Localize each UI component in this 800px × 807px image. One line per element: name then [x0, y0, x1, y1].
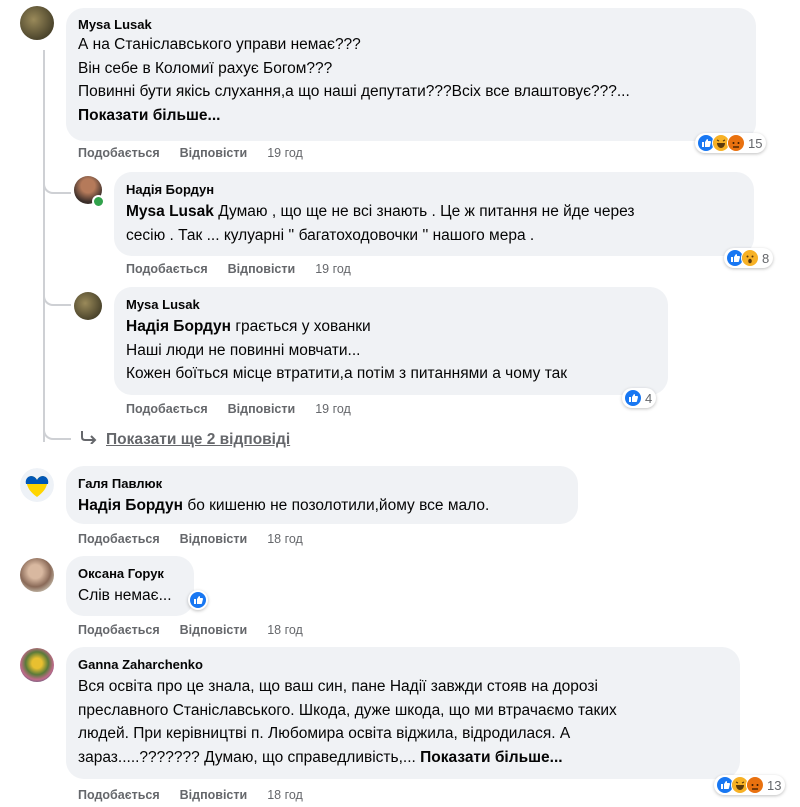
comment-time[interactable]: 18 год [267, 532, 303, 546]
comment-actions: Подобається Відповісти 19 год [126, 262, 351, 276]
show-more-link[interactable]: Показати більше... [78, 107, 220, 124]
comment-bubble: Mysa Lusak А на Станіславського управи н… [66, 8, 756, 141]
reaction-count: 13 [767, 777, 782, 793]
comment-actions: Подобається Відповісти 18 год [78, 623, 303, 637]
comment-time[interactable]: 19 год [267, 146, 303, 160]
comment-text: Надія Бордун бо кишеню не позолотили,йом… [78, 497, 490, 514]
comment-bubble: Mysa Lusak Надія Бордун грається у хован… [114, 287, 668, 395]
wow-icon [741, 249, 759, 267]
comment-time[interactable]: 18 год [267, 623, 303, 637]
reply-button[interactable]: Відповісти [228, 262, 296, 276]
comment-time[interactable]: 18 год [267, 788, 303, 802]
like-button[interactable]: Подобається [126, 402, 208, 416]
comment-time[interactable]: 19 год [315, 262, 351, 276]
show-more-replies-label: Показати ще 2 відповіді [106, 430, 291, 448]
comment-actions: Подобається Відповісти 18 год [78, 532, 303, 546]
comment-actions: Подобається Відповісти 19 год [78, 146, 303, 160]
comment-author[interactable]: Галя Павлюк [78, 475, 566, 492]
comment-author[interactable]: Оксана Горук [78, 565, 182, 582]
avatar[interactable] [20, 6, 54, 40]
avatar[interactable] [20, 648, 54, 682]
reaction-summary[interactable]: 4 [622, 388, 657, 408]
comment-bubble: Оксана Горук Слів немає... [66, 556, 194, 616]
comment-bubble: Надія Бордун Mysa Lusak Думаю , що ще не… [114, 172, 754, 256]
reaction-count: 4 [645, 390, 653, 406]
like-button[interactable]: Подобається [126, 262, 208, 276]
heart-flag-icon [20, 468, 54, 502]
avatar[interactable] [20, 558, 54, 592]
reply-button[interactable]: Відповісти [180, 788, 248, 802]
comment-text: Вся освіта про це знала, що ваш син, пан… [78, 678, 617, 766]
avatar[interactable] [74, 292, 102, 320]
comment-text: Слів немає... [78, 587, 172, 604]
comment-author[interactable]: Mysa Lusak [78, 16, 744, 33]
reply-button[interactable]: Відповісти [180, 623, 248, 637]
thread-line-branch [43, 424, 71, 440]
comment-actions: Подобається Відповісти 19 год [126, 402, 351, 416]
like-icon [624, 389, 642, 407]
thread-line [43, 50, 45, 442]
reply-arrow-icon [80, 430, 98, 449]
comment-text: А на Станіславського управи немає??? Він… [78, 36, 630, 124]
mention-link[interactable]: Mysa Lusak [126, 203, 214, 220]
avatar[interactable] [20, 468, 54, 502]
show-more-replies-link[interactable]: Показати ще 2 відповіді [80, 430, 290, 449]
reply-button[interactable]: Відповісти [180, 146, 248, 160]
show-more-link[interactable]: Показати більше... [420, 749, 562, 766]
mention-link[interactable]: Надія Бордун [126, 318, 231, 335]
comment-time[interactable]: 19 год [315, 402, 351, 416]
comment-text: Надія Бордун грається у хованки Наші люд… [126, 318, 568, 382]
like-icon [189, 591, 207, 609]
angry-icon [727, 134, 745, 152]
reply-button[interactable]: Відповісти [180, 532, 248, 546]
comment-text: Mysa Lusak Думаю , що ще не всі знають .… [126, 203, 635, 244]
thread-line-branch [43, 292, 71, 306]
reaction-summary[interactable]: 8 [724, 248, 774, 268]
reaction-summary[interactable]: 15 [695, 133, 767, 153]
angry-icon [746, 776, 764, 794]
comment-author[interactable]: Mysa Lusak [126, 296, 656, 313]
reply-button[interactable]: Відповісти [228, 402, 296, 416]
comment-bubble: Галя Павлюк Надія Бордун бо кишеню не по… [66, 466, 578, 524]
like-button[interactable]: Подобається [78, 532, 160, 546]
online-status-dot [92, 195, 105, 208]
reaction-summary[interactable]: 13 [714, 775, 786, 795]
like-button[interactable]: Подобається [78, 146, 160, 160]
comment-author[interactable]: Ganna Zaharchenko [78, 656, 728, 673]
reaction-count: 15 [748, 135, 763, 151]
reaction-summary[interactable] [188, 590, 208, 610]
comment-actions: Подобається Відповісти 18 год [78, 788, 303, 802]
comment-bubble: Ganna Zaharchenko Вся освіта про це знал… [66, 647, 740, 779]
thread-line-branch [43, 180, 71, 194]
like-button[interactable]: Подобається [78, 788, 160, 802]
mention-link[interactable]: Надія Бордун [78, 497, 183, 514]
comment-author[interactable]: Надія Бордун [126, 181, 742, 198]
reaction-count: 8 [762, 250, 770, 266]
like-button[interactable]: Подобається [78, 623, 160, 637]
